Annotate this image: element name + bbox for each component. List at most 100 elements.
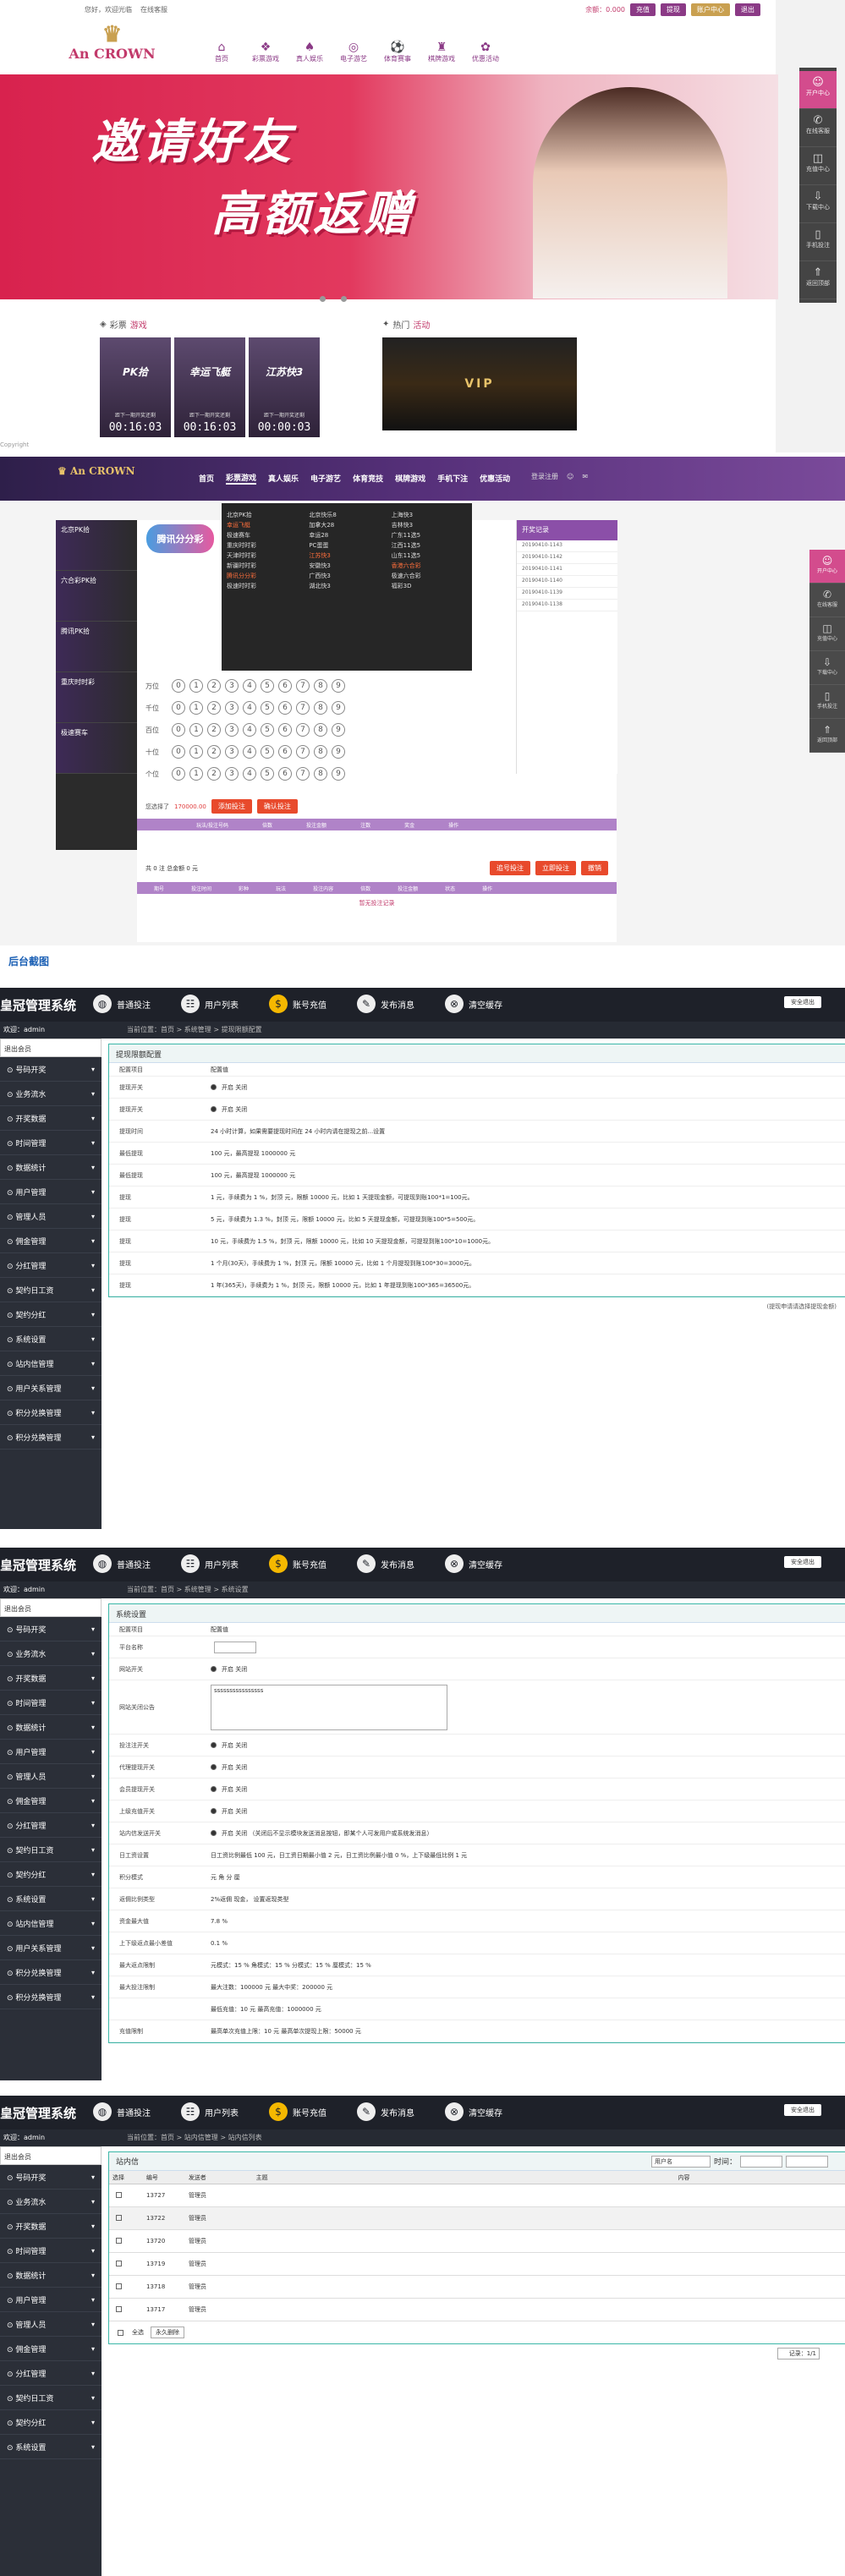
radio-on[interactable]: [211, 1808, 217, 1814]
nav-item[interactable]: ✿ 优惠活动: [469, 41, 502, 63]
toolbar-button[interactable]: $ 账号充值: [269, 2102, 326, 2121]
dropdown-item[interactable]: 北京PK拾: [227, 510, 302, 520]
sidebar-menu-item[interactable]: ⊙ 业务流水 ▾: [0, 2190, 102, 2214]
config-value[interactable]: 2%返佣 现金， 设置返现类型: [211, 1895, 845, 1904]
sidebar-item[interactable]: ▯ 手机投注: [799, 223, 837, 261]
config-value[interactable]: 最大注数：100000 元 最大中奖：200000 元: [211, 1983, 845, 1992]
game-nav-item[interactable]: 手机下注: [437, 473, 468, 484]
dropdown-item[interactable]: 江苏快3: [309, 551, 384, 561]
config-value[interactable]: 24 小时计算，如果需要提现时间在 24 小时内请在提现之前...设置: [211, 1127, 845, 1136]
sidebar-menu-item[interactable]: ⊙ 系统设置 ▾: [0, 2435, 102, 2459]
date-to-input[interactable]: [786, 2155, 828, 2168]
dropdown-item[interactable]: 吉林快3: [392, 520, 467, 530]
config-value[interactable]: 元 角 分 厘: [211, 1873, 845, 1882]
sidebar-menu-item[interactable]: ⊙ 管理人员 ▾: [0, 1204, 102, 1229]
toolbar-button[interactable]: ◍ 普通投注: [93, 2102, 151, 2121]
game-category-item[interactable]: 北京PK拾: [56, 520, 137, 571]
sidebar-menu-item[interactable]: ⊙ 开奖数据 ▾: [0, 2214, 102, 2239]
number-ball[interactable]: 6: [278, 745, 292, 759]
carousel-dot[interactable]: [320, 296, 326, 302]
radio-on[interactable]: [211, 1786, 217, 1792]
dropdown-item[interactable]: 江西11选5: [392, 540, 467, 551]
sidebar-menu-item[interactable]: ⊙ 用户管理 ▾: [0, 1740, 102, 1764]
sidebar-menu-item[interactable]: ⊙ 管理人员 ▾: [0, 1764, 102, 1789]
nav-item[interactable]: ♠ 真人娱乐: [293, 41, 326, 63]
dropdown-item[interactable]: 腾讯分分彩: [227, 571, 302, 581]
config-value[interactable]: 7.8 %: [211, 1918, 845, 1925]
config-value[interactable]: 开启 关闭: [211, 1741, 845, 1750]
config-value[interactable]: 最高单次充值上限：10 元 最高单次提现上限：50000 元: [211, 2027, 845, 2036]
number-ball[interactable]: 1: [189, 745, 203, 759]
number-ball[interactable]: 3: [225, 679, 239, 693]
sidebar-item[interactable]: ☺ 开户中心: [799, 71, 837, 109]
config-value[interactable]: 开启 关闭: [211, 1763, 845, 1772]
number-ball[interactable]: 4: [243, 701, 256, 715]
sidebar-menu-item[interactable]: ⊙ 站内信管理 ▾: [0, 1351, 102, 1376]
number-ball[interactable]: 8: [314, 723, 327, 737]
dropdown-item[interactable]: 福彩3D: [392, 581, 467, 591]
game-category-item[interactable]: 重庆时时彩: [56, 672, 137, 723]
sidebar-head[interactable]: 退出会员: [0, 1598, 102, 1617]
game-category-item[interactable]: 六合彩PK拾: [56, 571, 137, 622]
toolbar-button[interactable]: ☷ 用户列表: [181, 995, 239, 1013]
number-ball[interactable]: 0: [172, 767, 185, 781]
number-ball[interactable]: 9: [332, 701, 345, 715]
service-link[interactable]: 在线客服: [140, 5, 167, 14]
sidebar-item[interactable]: ⇑ 返回顶部: [809, 719, 845, 753]
dropdown-item[interactable]: 加拿大28: [309, 520, 384, 530]
game-nav-item[interactable]: 优惠活动: [480, 473, 510, 484]
number-ball[interactable]: 2: [207, 745, 221, 759]
sidebar-menu-item[interactable]: ⊙ 系统设置 ▾: [0, 1327, 102, 1351]
game-nav-item[interactable]: 棋牌游戏: [395, 473, 425, 484]
game-nav-item[interactable]: 真人娱乐: [268, 473, 299, 484]
dropdown-item[interactable]: 新疆时时彩: [227, 561, 302, 571]
toolbar-button[interactable]: ✎ 发布消息: [357, 1554, 414, 1573]
toolbar-button[interactable]: ⊗ 清空缓存: [445, 1554, 502, 1573]
dropdown-item[interactable]: 香港六合彩: [392, 561, 467, 571]
sidebar-menu-item[interactable]: ⊙ 积分兑换管理 ▾: [0, 1425, 102, 1450]
dropdown-item[interactable]: 重庆时时彩: [227, 540, 302, 551]
number-ball[interactable]: 9: [332, 745, 345, 759]
nav-item[interactable]: ◎ 电子游艺: [337, 41, 370, 63]
row-checkbox[interactable]: [116, 2305, 122, 2312]
sidebar-item[interactable]: ✆ 在线客服: [809, 584, 845, 617]
number-ball[interactable]: 3: [225, 767, 239, 781]
number-ball[interactable]: 5: [261, 679, 274, 693]
logout-button[interactable]: 退出: [735, 3, 760, 16]
table-row[interactable]: 13727 管理员: [109, 2184, 845, 2207]
row-checkbox[interactable]: [116, 2191, 122, 2198]
pager-text[interactable]: 记录：1/1: [777, 2348, 820, 2360]
number-ball[interactable]: 8: [314, 767, 327, 781]
sidebar-menu-item[interactable]: ⊙ 号码开奖 ▾: [0, 1057, 102, 1082]
sidebar-menu-item[interactable]: ⊙ 分红管理 ▾: [0, 1813, 102, 1838]
number-ball[interactable]: 1: [189, 723, 203, 737]
sidebar-menu-item[interactable]: ⊙ 数据统计 ▾: [0, 2263, 102, 2288]
game-category-item[interactable]: 腾讯PK拾: [56, 622, 137, 672]
sidebar-menu-item[interactable]: ⊙ 契约日工资 ▾: [0, 2386, 102, 2410]
username-filter-input[interactable]: 用户名: [650, 2155, 711, 2168]
sidebar-menu-item[interactable]: ⊙ 数据统计 ▾: [0, 1155, 102, 1180]
number-ball[interactable]: 4: [243, 767, 256, 781]
sidebar-menu-item[interactable]: ⊙ 开奖数据 ▾: [0, 1106, 102, 1131]
number-ball[interactable]: 3: [225, 701, 239, 715]
cancel-bet-button[interactable]: 撤销: [581, 861, 608, 875]
dropdown-item[interactable]: 北京快乐8: [309, 510, 384, 520]
number-ball[interactable]: 9: [332, 723, 345, 737]
nav-item[interactable]: ⌂ 首页: [205, 41, 239, 63]
number-ball[interactable]: 1: [189, 767, 203, 781]
number-ball[interactable]: 0: [172, 745, 185, 759]
row-checkbox[interactable]: [116, 2260, 122, 2266]
lottery-tile[interactable]: PK拾 距下一期开奖还剩 00:16:03: [100, 337, 171, 437]
number-ball[interactable]: 2: [207, 723, 221, 737]
user-icon[interactable]: ☺: [567, 473, 573, 480]
sidebar-menu-item[interactable]: ⊙ 契约分红 ▾: [0, 1302, 102, 1327]
config-value[interactable]: 10 元，手续费为 1.5 %，封顶 元，限额 10000 元，比如 10 天提…: [211, 1237, 845, 1246]
config-value[interactable]: 开启 关闭: [211, 1083, 845, 1092]
carousel-dot[interactable]: [341, 296, 347, 302]
game-nav-item[interactable]: 首页: [199, 473, 214, 484]
textarea-field[interactable]: ssssssssssssssss: [211, 1684, 447, 1730]
dropdown-item[interactable]: PC蛋蛋: [309, 540, 384, 551]
config-value[interactable]: ssssssssssssssss: [211, 1684, 845, 1730]
sidebar-menu-item[interactable]: ⊙ 时间管理 ▾: [0, 1691, 102, 1715]
config-value[interactable]: 开启 关闭: [211, 1665, 845, 1674]
